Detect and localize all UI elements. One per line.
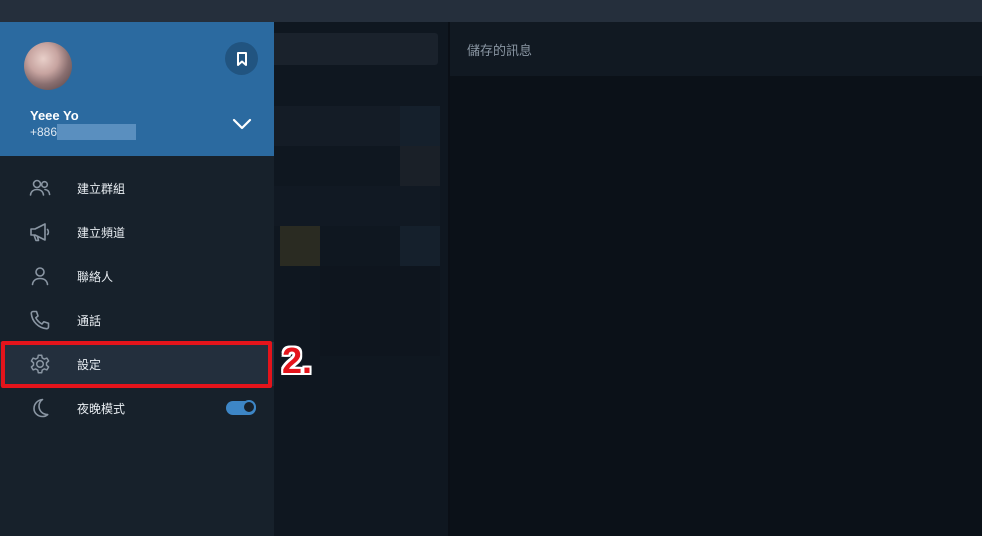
menu-item-new-group[interactable]: 建立群組 — [0, 166, 274, 210]
chat-list-item — [320, 266, 440, 356]
chat-list-item-badge — [400, 146, 440, 186]
contact-icon — [31, 267, 49, 286]
chat-list-avatar — [280, 226, 320, 266]
chat-list-item-badge — [400, 106, 440, 146]
menu-item-label: 建立群組 — [77, 181, 126, 196]
window-titlebar — [0, 0, 982, 22]
user-name: Yeee Yo — [30, 108, 79, 123]
bookmark-icon — [236, 51, 247, 66]
menu-item-calls[interactable]: 通話 — [0, 298, 274, 342]
highlight-box — [1, 341, 272, 388]
moon-icon — [33, 398, 49, 418]
drawer-header: Yeee Yo +886 — [0, 22, 274, 156]
menu-item-contacts[interactable]: 聯絡人 — [0, 254, 274, 298]
saved-messages-button[interactable] — [225, 42, 258, 75]
chat-body — [450, 76, 982, 536]
megaphone-icon — [30, 223, 50, 242]
toggle-knob — [242, 400, 256, 414]
menu-item-label: 夜晚模式 — [77, 401, 126, 416]
chat-list-item[interactable] — [274, 186, 440, 226]
menu-item-new-channel[interactable]: 建立頻道 — [0, 210, 274, 254]
chat-list-item-badge — [400, 226, 440, 266]
chat-title: 儲存的訊息 — [467, 44, 533, 59]
chevron-down-icon — [232, 118, 252, 130]
menu-item-label: 通話 — [77, 313, 102, 328]
phone-icon — [30, 310, 50, 330]
side-drawer: Yeee Yo +886 建立群組 建立頻道 聯絡人 通話 設定 夜晚模式 — [0, 22, 274, 536]
menu-item-label: 聯絡人 — [77, 269, 114, 284]
group-icon — [29, 179, 51, 196]
avatar[interactable] — [24, 42, 72, 90]
menu-item-night-mode[interactable]: 夜晚模式 — [0, 386, 274, 430]
account-expand-button[interactable] — [228, 114, 256, 134]
menu-item-label: 建立頻道 — [77, 225, 126, 240]
search-bar[interactable] — [270, 33, 438, 65]
drawer-menu: 建立群組 建立頻道 聯絡人 通話 設定 夜晚模式 — [0, 166, 274, 430]
night-mode-toggle[interactable] — [226, 400, 256, 415]
step-number-label: 2. — [282, 340, 313, 381]
chat-list-item[interactable] — [274, 106, 400, 146]
phone-redaction — [57, 124, 136, 140]
user-phone: +886 — [30, 125, 58, 139]
